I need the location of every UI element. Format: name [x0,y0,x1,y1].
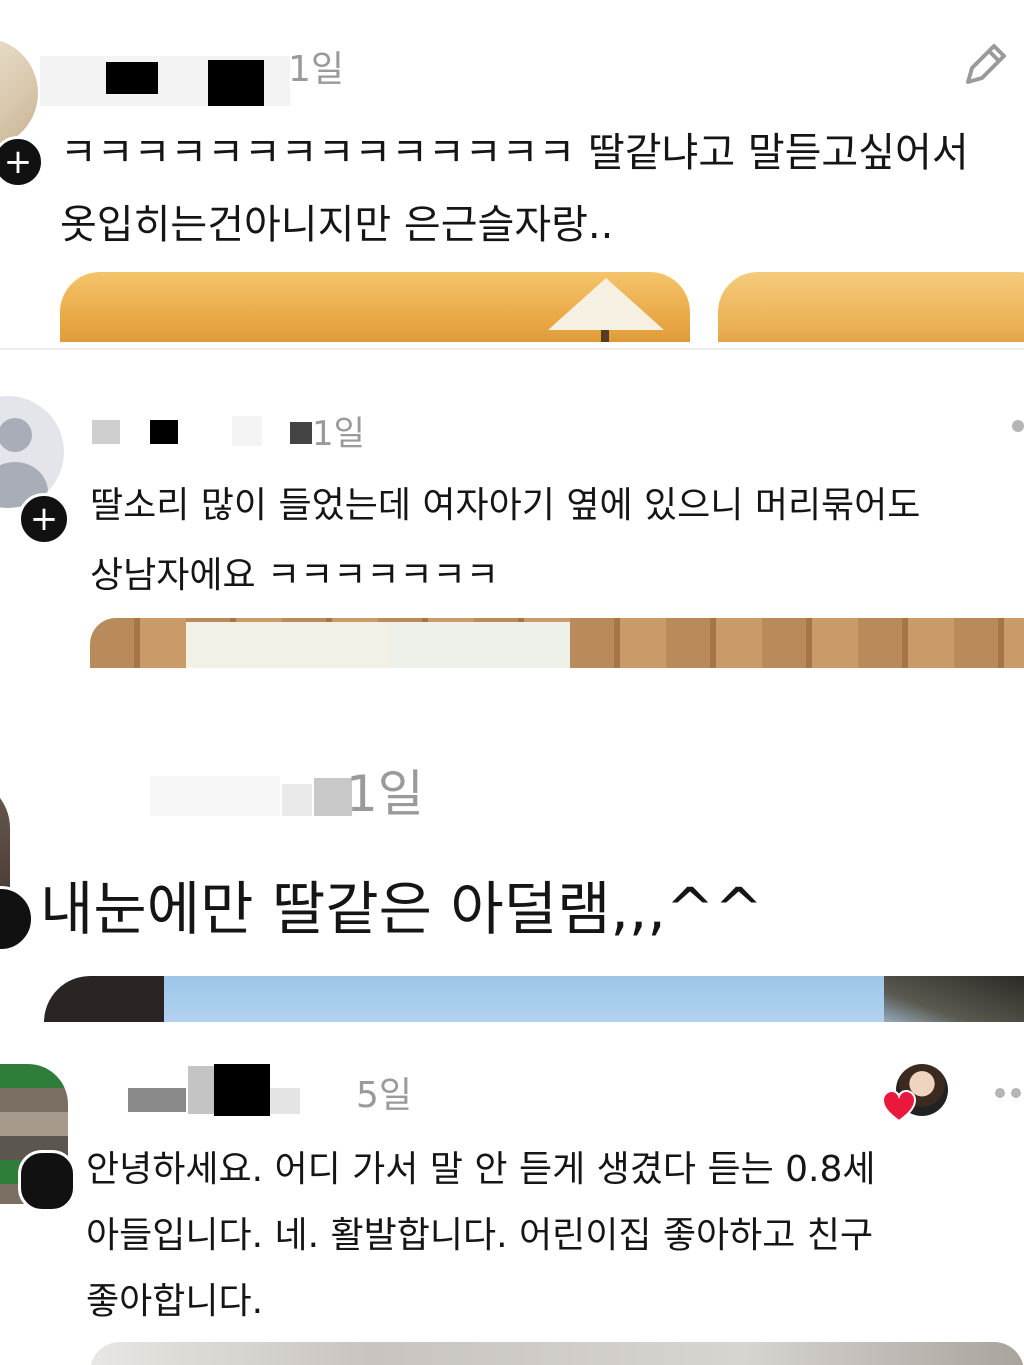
poster [390,622,570,668]
redacted-block [150,776,280,816]
heart-icon[interactable] [881,1089,917,1124]
lamp-shade [548,278,664,330]
lamp-base [601,330,609,342]
more-icon[interactable] [994,1084,1024,1098]
redacted-block [214,1064,270,1116]
post-time: 5일 [356,1075,413,1116]
follow-plus-icon[interactable] [18,1150,76,1212]
post-text-line: 안녕하세요. 어디 가서 말 안 듣게 생겼다 듣는 0.8세 [86,1149,876,1190]
redacted-block [282,784,312,816]
post-time: 1일 [288,49,345,90]
follow-plus-icon[interactable]: + [18,493,70,545]
post-3: 1일 내눈에만 딸같은 아덜램,,,^^ [0,700,1024,1022]
post-text-line: ㅋㅋㅋㅋㅋㅋㅋㅋㅋㅋㅋㅋㅋㅋ 딸같냐고 말듣고싶어서 [60,130,969,176]
redacted-block [290,422,312,444]
post-image[interactable] [44,976,1024,1022]
post-text-line: 딸소리 많이 들었는데 여자아기 옆에 있으니 머리묶어도 [90,485,921,526]
post-text-line: 내눈에만 딸같은 아덜램,,,^^ [40,875,763,943]
poster [186,622,414,668]
post-text-line: 상남자에요 ㅋㅋㅋㅋㅋㅋㅋ [90,555,499,596]
post-time: 1일 [312,414,365,454]
post-1: + 1일 ㅋㅋㅋㅋㅋㅋㅋㅋㅋㅋㅋㅋㅋㅋ 딸같냐고 말듣고싶어서 옷입히는건아니지… [0,0,1024,342]
divider [0,348,1024,350]
avatar[interactable] [0,396,64,508]
redacted-block [270,1088,300,1114]
follow-plus-icon[interactable]: + [0,136,44,188]
redacted-block [208,60,264,106]
post-2: + 1일 딸소리 많이 들었는데 여자아기 옆에 있으니 머리묶어도 상남자에요… [0,352,1024,668]
redacted-block [232,416,262,446]
avatar-head [0,418,32,452]
post-time: 1일 [346,765,424,823]
pencil-icon[interactable] [958,38,1012,92]
post-image[interactable] [90,618,1024,668]
post-image[interactable] [60,272,690,342]
follow-plus-icon[interactable] [0,886,34,952]
post-text-line: 좋아합니다. [86,1281,264,1322]
post-image[interactable] [90,1342,1024,1365]
redacted-block [188,1066,214,1114]
redacted-block [128,1088,186,1112]
tree-branches [884,976,1024,1022]
redacted-block [92,420,120,444]
more-icon[interactable] [1012,420,1024,432]
redacted-block [150,420,178,444]
post-4: 5일 안녕하세요. 어디 가서 말 안 듣게 생겼다 듣는 0.8세 아들입니다… [0,1030,1024,1365]
post-text-line: 아들입니다. 네. 활발합니다. 어린이집 좋아하고 친구 [86,1215,874,1256]
avatar[interactable] [0,38,38,148]
post-image[interactable] [718,272,1024,342]
hair [44,976,164,1022]
post-text-line: 옷입히는건아니지만 은근슬자랑.. [60,202,614,248]
redacted-block [106,62,158,94]
